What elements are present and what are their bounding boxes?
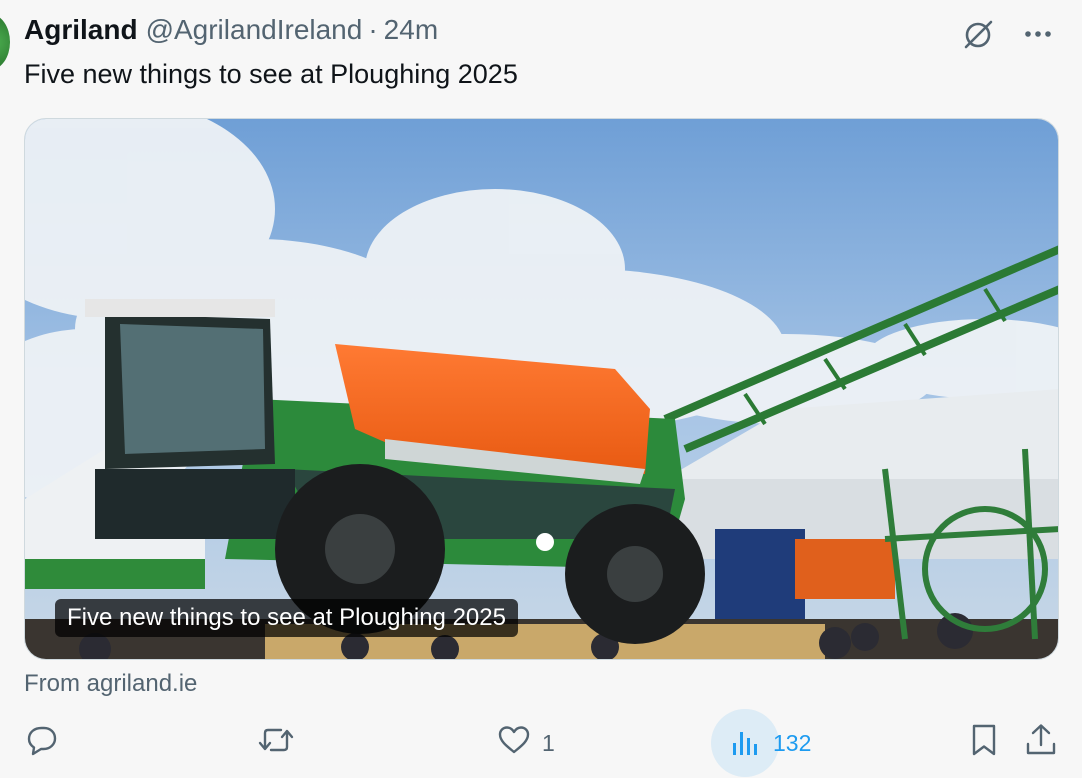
tweet-text: Five new things to see at Ploughing 2025	[24, 59, 518, 89]
bookmark-button[interactable]	[968, 708, 1000, 778]
views-count: 132	[773, 729, 812, 756]
avatar[interactable]	[0, 14, 10, 70]
views-icon	[711, 709, 779, 777]
repost-button[interactable]	[257, 708, 305, 778]
heart-icon	[496, 722, 532, 764]
display-name[interactable]: Agriland	[24, 14, 138, 46]
bookmark-icon	[968, 722, 1000, 764]
share-icon	[1024, 722, 1058, 764]
action-bar: 1 132	[24, 708, 1058, 778]
more-icon[interactable]	[1022, 18, 1054, 50]
handle[interactable]: @AgrilandIreland	[146, 14, 363, 46]
separator-dot: ·	[368, 14, 378, 45]
share-button[interactable]	[1024, 708, 1058, 778]
like-button[interactable]: 1	[496, 708, 555, 778]
like-count: 1	[542, 729, 555, 756]
card-source[interactable]: From agriland.ie	[24, 670, 197, 698]
header-actions	[960, 16, 1054, 52]
grok-icon[interactable]	[960, 16, 996, 52]
tweet[interactable]: Agriland @AgrilandIreland · 24m Five new…	[0, 0, 1082, 778]
repost-icon	[257, 722, 295, 764]
card-caption: Five new things to see at Ploughing 2025	[55, 599, 518, 637]
timestamp[interactable]: 24m	[384, 14, 438, 46]
reply-icon	[24, 722, 60, 764]
reply-button[interactable]	[24, 708, 70, 778]
views-button[interactable]: 132	[711, 708, 811, 778]
link-card[interactable]: Five new things to see at Ploughing 2025	[24, 118, 1059, 660]
tweet-header: Agriland @AgrilandIreland · 24m	[24, 12, 1058, 49]
card-image	[25, 119, 1058, 659]
